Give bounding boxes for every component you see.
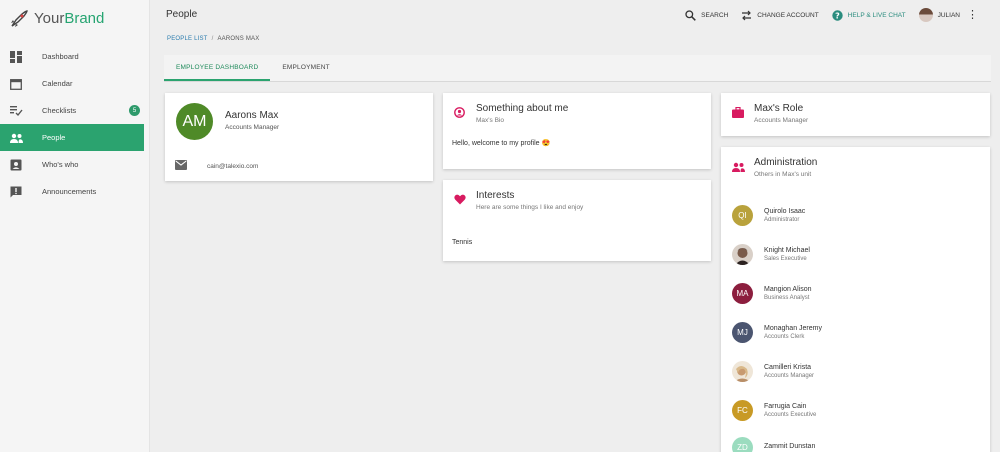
- profile-avatar: AM: [176, 103, 213, 140]
- about-title: Something about me: [476, 103, 569, 114]
- svg-text:?: ?: [835, 11, 840, 20]
- checklist-icon: [9, 104, 23, 118]
- help-icon: ?: [831, 9, 843, 21]
- member-photo-avatar: [732, 244, 753, 265]
- member-avatar: MA: [732, 283, 753, 304]
- member-name: Mangion Alison: [764, 286, 812, 293]
- contact-card-icon: [9, 158, 23, 172]
- help-live-chat-button[interactable]: ? HELP & LIVE CHAT: [831, 9, 906, 21]
- profile-name: Aarons Max: [225, 110, 279, 121]
- profile-role: Accounts Manager: [225, 124, 280, 131]
- sidebar-item-people[interactable]: People: [0, 124, 144, 151]
- member-avatar: QI: [732, 205, 753, 226]
- unit-member[interactable]: Camilleri Krista Accounts Manager: [732, 361, 814, 382]
- sidebar-item-label: Checklists: [42, 106, 77, 115]
- unit-member[interactable]: ZD Zammit Dunstan: [732, 437, 815, 452]
- top-bar: People SEARCH CHANGE ACCOUNT ? HELP & LI…: [151, 0, 1000, 30]
- sidebar-nav: Dashboard Calendar Checklists 5 People W…: [0, 43, 149, 205]
- sidebar-item-label: Dashboard: [42, 52, 79, 61]
- mail-icon: [175, 160, 189, 172]
- more-vert-icon[interactable]: ⋮: [967, 9, 978, 21]
- calendar-icon: [9, 77, 23, 91]
- group-icon: [732, 159, 746, 178]
- sidebar-item-announcements[interactable]: Announcements: [0, 178, 149, 205]
- administration-subtitle: Others in Max's unit: [754, 171, 812, 178]
- member-name: Zammit Dunstan: [764, 443, 816, 450]
- tab-employment[interactable]: EMPLOYMENT: [270, 55, 342, 81]
- role-subtitle: Accounts Manager: [754, 117, 809, 124]
- unit-member[interactable]: FC Farrugia Cain Accounts Executive: [732, 400, 816, 421]
- about-body: Hello, welcome to my profile 😍: [452, 140, 551, 147]
- member-role: Accounts Clerk: [764, 334, 805, 340]
- sidebar-item-label: Announcements: [42, 187, 97, 196]
- member-name: Camilleri Krista: [764, 364, 812, 371]
- unit-member[interactable]: QI Quirolo Isaac Administrator: [732, 205, 805, 226]
- sidebar-item-dashboard[interactable]: Dashboard: [0, 43, 149, 70]
- member-role: Accounts Manager: [764, 373, 815, 379]
- profile-card: AM Aarons Max Accounts Manager cain@tale…: [165, 93, 433, 181]
- unit-member[interactable]: MJ Monaghan Jeremy Accounts Clerk: [732, 322, 822, 343]
- member-name: Farrugia Cain: [764, 403, 807, 410]
- briefcase-icon: [732, 105, 746, 124]
- sidebar-item-calendar[interactable]: Calendar: [0, 70, 149, 97]
- role-title: Max's Role: [754, 103, 804, 114]
- member-role: Accounts Executive: [764, 412, 817, 418]
- change-account-button[interactable]: CHANGE ACCOUNT: [741, 10, 819, 21]
- sidebar-item-label: Who's who: [42, 160, 79, 169]
- member-role: Administrator: [764, 217, 800, 223]
- swap-icon: [742, 10, 752, 20]
- member-avatar: FC: [732, 400, 753, 421]
- role-card: Max's Role Accounts Manager: [721, 93, 990, 136]
- tab-employee-dashboard[interactable]: EMPLOYEE DASHBOARD: [164, 55, 271, 81]
- administration-title: Administration: [754, 157, 818, 168]
- breadcrumb: PEOPLE LIST / AARONS MAX: [167, 36, 260, 42]
- unit-member[interactable]: Knight Michael Sales Executive: [732, 244, 810, 265]
- about-subtitle: Max's Bio: [476, 117, 504, 124]
- brand[interactable]: YourBrand: [0, 0, 149, 37]
- sidebar-item-checklists[interactable]: Checklists 5: [0, 97, 149, 124]
- user-menu[interactable]: JULIAN: [918, 8, 960, 22]
- profile-email: cain@talexio.com: [207, 162, 259, 170]
- checklists-count-badge: 5: [129, 105, 140, 116]
- about-me-card: Something about me Max's Bio Hello, welc…: [443, 93, 711, 169]
- member-name: Quirolo Isaac: [764, 208, 806, 215]
- member-name: Monaghan Jeremy: [764, 325, 822, 332]
- member-avatar: ZD: [732, 437, 753, 452]
- member-role: Business Analyst: [764, 295, 810, 301]
- people-icon: [9, 131, 23, 145]
- search-icon: [685, 9, 697, 21]
- page-title: People: [166, 9, 198, 20]
- account-circle-icon: [454, 105, 468, 124]
- user-avatar: [918, 8, 933, 22]
- heart-icon: [454, 192, 468, 211]
- sidebar-item-label: People: [42, 133, 66, 142]
- sidebar: YourBrand Dashboard Calendar Checklists …: [0, 0, 150, 452]
- tab-bar: EMPLOYEE DASHBOARD EMPLOYMENT: [164, 55, 991, 82]
- breadcrumb-current: AARONS MAX: [217, 36, 260, 42]
- interests-card: Interests Here are some things I like an…: [443, 180, 711, 261]
- brand-name: YourBrand: [34, 10, 105, 27]
- rocket-logo-icon: [11, 9, 28, 27]
- interests-subtitle: Here are some things I like and enjoy: [476, 204, 584, 211]
- profile-email-row[interactable]: cain@talexio.com: [175, 160, 258, 172]
- member-role: Sales Executive: [764, 256, 807, 262]
- top-actions: SEARCH CHANGE ACCOUNT ? HELP & LIVE CHAT…: [685, 8, 978, 22]
- breadcrumb-people-list[interactable]: PEOPLE LIST: [167, 36, 208, 42]
- sidebar-item-whos-who[interactable]: Who's who: [0, 151, 149, 178]
- interests-body: Tennis: [452, 239, 473, 246]
- member-photo-avatar: [732, 361, 753, 382]
- member-avatar: MJ: [732, 322, 753, 343]
- member-name: Knight Michael: [764, 247, 810, 254]
- sidebar-item-label: Calendar: [42, 79, 73, 88]
- unit-member[interactable]: MA Mangion Alison Business Analyst: [732, 283, 811, 304]
- interests-title: Interests: [476, 190, 515, 201]
- dashboard-icon: [9, 50, 23, 64]
- administration-card: Administration Others in Max's unit QI Q…: [721, 147, 990, 452]
- search-button[interactable]: SEARCH: [685, 9, 728, 21]
- announcement-icon: [9, 185, 23, 199]
